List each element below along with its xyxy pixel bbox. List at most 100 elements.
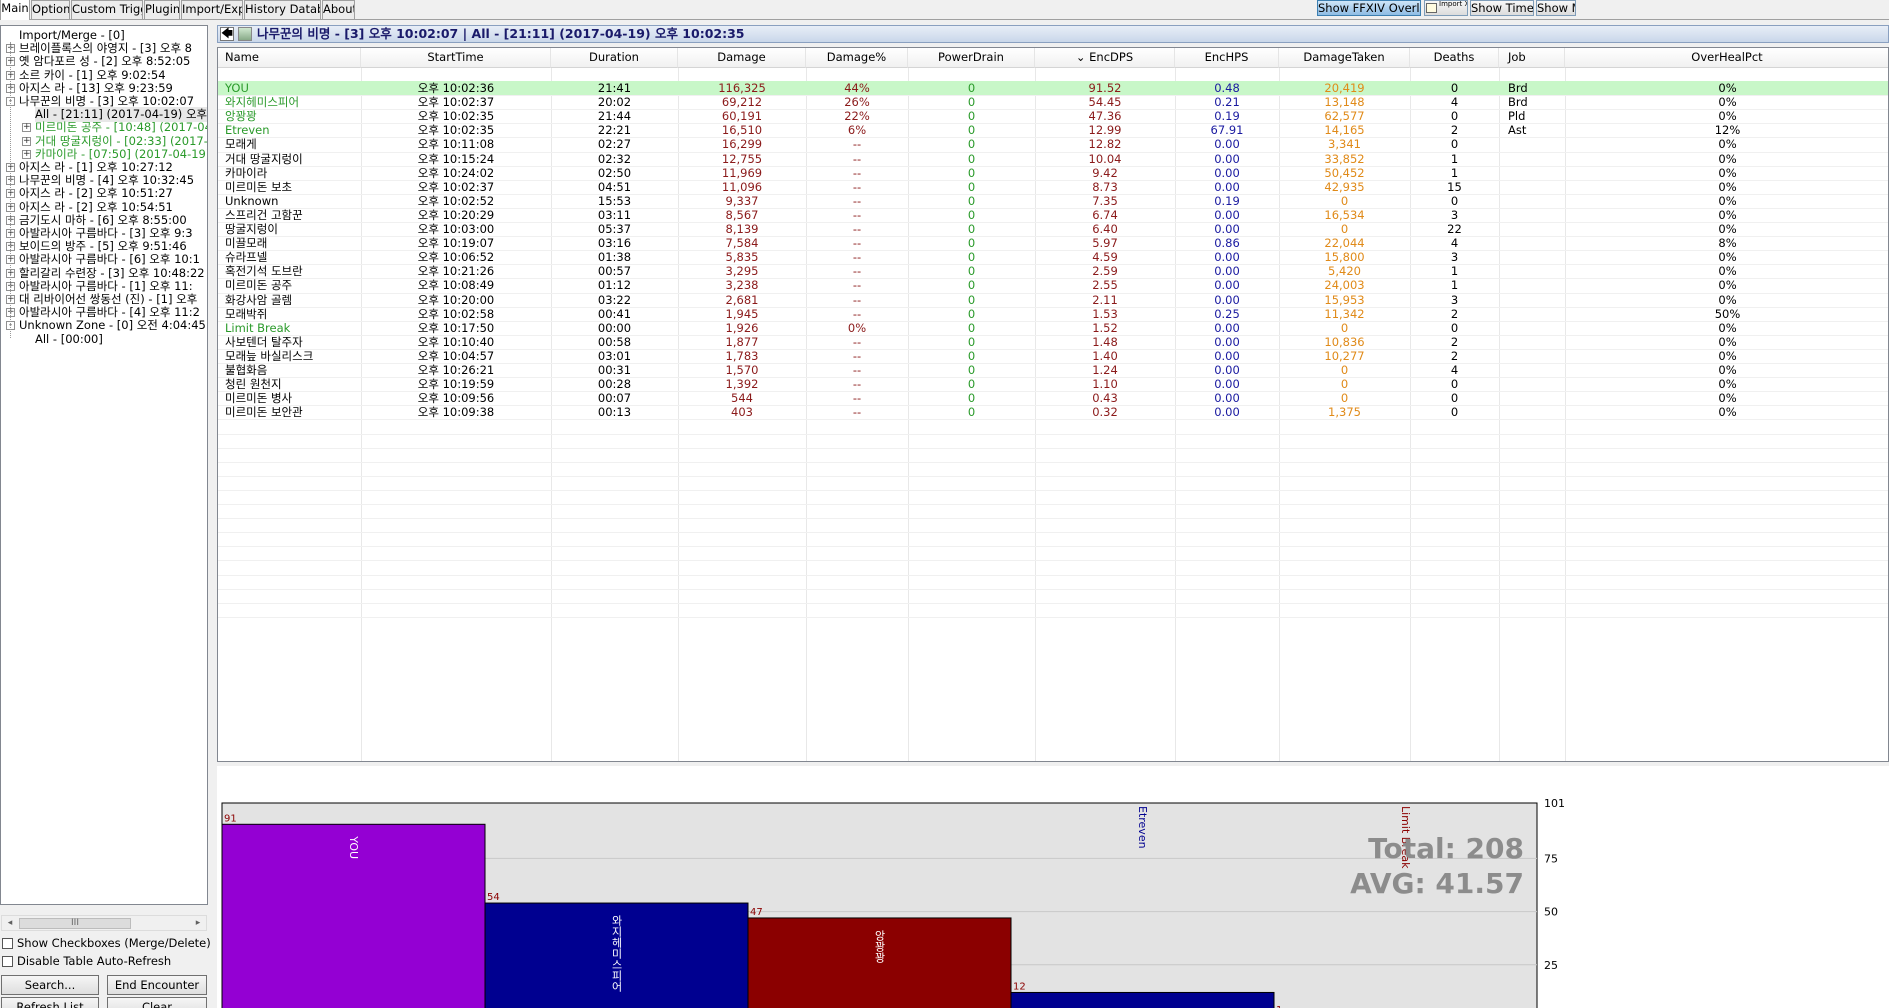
bar-value-label: 12 [1013,981,1026,992]
tab-main[interactable]: Main [0,0,30,20]
table-cell: 0.25 [1214,306,1240,321]
table-cell: 00:31 [597,363,632,377]
refresh-list-button[interactable]: Refresh List [1,997,99,1008]
y-tick-label: 25 [1544,959,1558,972]
disable-refresh-option[interactable]: Disable Table Auto-Refresh [2,953,202,969]
show-timers-button[interactable]: Show Timers [1470,0,1534,16]
table-cell: 67.91 [1210,123,1244,138]
scroll-left-arrow-icon[interactable]: ◂ [3,917,17,930]
bar-category-label: 와지헤미스피어 [610,915,623,993]
column-header[interactable]: OverHealPct [1565,48,1888,68]
table-cell: 6% [847,123,867,138]
tab-about[interactable]: About [322,0,355,19]
table-row[interactable]: 거대 땅굴지렁이 오후 10:15:24 02:32 12,755 -- 0 10.04 0.… [218,152,1888,166]
table-cell: 00:41 [597,306,632,321]
table-cell: 오후 10:21:26 [417,264,495,279]
tab-custom-triggers[interactable]: Custom Triggers [71,0,143,19]
table-row[interactable]: 카마이라 오후 10:24:02 02:50 11,969 -- 0 9.42 0.00 50,… [218,166,1888,180]
column-header[interactable]: Job [1499,48,1565,68]
table-cell [1499,208,1565,222]
search-button[interactable]: Search... [1,975,99,995]
grid-row-line [218,222,1888,223]
column-header[interactable]: Damage [678,48,806,68]
table-row[interactable]: 미끌모래 오후 10:19:07 03:16 7,584 -- 0 5.97 0.86 22,0… [218,236,1888,250]
scroll-right-arrow-icon[interactable]: ▸ [191,917,205,930]
end-encounter-button[interactable]: End Encounter [107,975,207,995]
table-row[interactable]: 사보텐더 탈주자 오후 10:10:40 00:58 1,877 -- 0 1.48 0.00… [218,335,1888,349]
table-cell: 54.45 [1088,95,1122,110]
column-header[interactable]: Name [218,48,361,68]
combatant-table[interactable]: Name StartTime Duration Damage Damage% PowerD… [217,47,1889,762]
expand-icon[interactable]: + [22,123,31,133]
column-header[interactable]: Deaths [1410,48,1499,68]
table-row[interactable]: 미르미돈 보안관 오후 10:09:38 00:13 403 -- 0 0.32 0.00 1,… [218,405,1888,420]
clear-encounters-button[interactable]: Clear Encounters [107,997,207,1008]
table-row[interactable]: Etreven 오후 10:02:35 22:21 16,510 6% 0 12.99 67.… [218,123,1888,138]
column-header[interactable]: Damage% [806,48,908,68]
grid-row-line [218,616,1888,618]
import-xml-button[interactable]: Import XML [1424,0,1468,16]
table-row[interactable]: 스프리건 고함꾼 오후 10:20:29 03:11 8,567 -- 0 6.74 0.00… [218,207,1888,222]
table-row[interactable]: Limit Break 오후 10:17:50 00:00 1,926 0% 0 1.52 0… [218,321,1888,335]
tree-horizontal-scrollbar[interactable]: ◂ III ▸ [1,915,207,931]
encounter-main-panel: 🡄 나무꾼의 비명 - [3] 오후 10:02:07 | All - [21:… [216,21,1889,1008]
column-header[interactable]: PowerDrain [908,48,1035,68]
y-tick-label: 101 [1544,797,1565,810]
table-cell: 00:07 [597,391,632,406]
tab-plugins[interactable]: Plugins [144,0,180,19]
table-row[interactable]: 땅굴지렁이 오후 10:03:00 05:37 8,139 -- 0 6.40 0.00 0 22… [218,222,1888,236]
column-header[interactable]: StartTime [361,48,551,68]
table-row[interactable]: 앙꽝꽝 오후 10:02:35 21:44 60,191 22% 0 47.36 0.19 62… [218,109,1888,123]
table-row[interactable]: 슈라프넬 오후 10:06:52 01:38 5,835 -- 0 4.59 0.00 15,8… [218,250,1888,264]
column-header[interactable]: Duration [551,48,678,68]
disable-refresh-checkbox[interactable] [2,956,13,967]
table-row[interactable]: 모래늪 바실리스크 오후 10:04:57 03:01 1,783 -- 0 1.40 0.0… [218,348,1888,363]
encounter-tree[interactable]: Import/Merge - [0] + 브레이플록스의 야영지 - [3] 오후 … [0,25,208,905]
table-cell: 0 [967,377,976,392]
tab-import-export[interactable]: Import/Export [181,0,243,19]
table-cell: 0 [1340,193,1349,208]
expand-icon[interactable]: + [22,136,31,146]
table-cell: 오후 10:04:57 [417,348,495,363]
show-checkboxes-option[interactable]: Show Checkboxes (Merge/Delete) [2,935,211,951]
table-row[interactable]: 화강사암 골렘 오후 10:20:00 03:22 2,681 -- 0 2.11 0.00 1… [218,293,1888,307]
table-cell: 0% [1718,377,1737,392]
table-cell: 0 [967,81,976,95]
grid-row-line [218,137,1888,139]
table-row[interactable]: 미르미돈 공주 오후 10:08:49 01:12 3,238 -- 0 2.55 0.00 2… [218,278,1888,292]
table-row[interactable]: 청린 원천지 오후 10:19:59 00:28 1,392 -- 0 1.10 0.00 0 0… [218,377,1888,392]
scroll-thumb[interactable]: III [19,918,131,929]
show-checkboxes-checkbox[interactable] [2,938,13,949]
table-cell: 2.59 [1092,264,1118,279]
expand-icon[interactable]: + [22,149,31,159]
table-cell: 403 [731,405,753,420]
table-cell: 0 [1340,363,1349,377]
table-row[interactable]: Unknown 오후 10:02:52 15:53 9,337 -- 0 7.35 0.19 0… [218,193,1888,208]
table-cell: 오후 10:20:29 [417,207,495,222]
tab-history-database[interactable]: History Database [244,0,321,19]
table-cell: 0% [1718,391,1737,406]
table-row[interactable]: 혹전기석 도브란 오후 10:21:26 00:57 3,295 -- 0 2.59 0.00… [218,264,1888,279]
show-more-button[interactable]: Show M [1536,0,1576,16]
column-header[interactable]: EncHPS [1175,48,1279,68]
tab-options[interactable]: Options [31,0,70,19]
table-cell: 3,295 [725,264,759,279]
table-cell: 0.00 [1214,222,1240,236]
table-row[interactable]: 와지헤미스피어 오후 10:02:37 20:02 69,212 26% 0 54.45 0.… [218,95,1888,110]
table-cell: 0.48 [1214,81,1240,95]
bar-category-label: YOU [347,835,360,859]
table-row[interactable]: 불협화음 오후 10:26:21 00:31 1,570 -- 0 1.24 0.00 0 4 0% [218,363,1888,377]
table-row[interactable]: 미르미돈 병사 오후 10:09:56 00:07 544 -- 0 0.43 0.00 0 0 0… [218,391,1888,406]
table-row[interactable]: 모래박쥐 오후 10:02:58 00:41 1,945 -- 0 1.53 0.25 11,3… [218,306,1888,321]
column-header[interactable]: DamageTaken [1279,48,1410,68]
table-cell: 0 [1450,81,1459,95]
table-cell: 5,420 [1328,264,1361,279]
table-row[interactable]: YOU 오후 10:02:36 21:41 116,325 44% 0 91.52 0.48 2… [218,81,1888,96]
tree-item[interactable]: All - [00:00] [1,332,207,347]
grid-row-line [218,292,1888,294]
column-header[interactable]: ⌄ EncDPS [1035,48,1175,68]
show-overlay-button[interactable]: Show FFXIV Overlay [1317,0,1421,16]
back-arrow-icon[interactable]: 🡄 [220,27,234,41]
table-row[interactable]: 미르미돈 보초 오후 10:02:37 04:51 11,096 -- 0 8.73 0.00… [218,180,1888,194]
table-row[interactable]: 모래게 오후 10:11:08 02:27 16,299 -- 0 12.82 0.00 3,3… [218,137,1888,151]
